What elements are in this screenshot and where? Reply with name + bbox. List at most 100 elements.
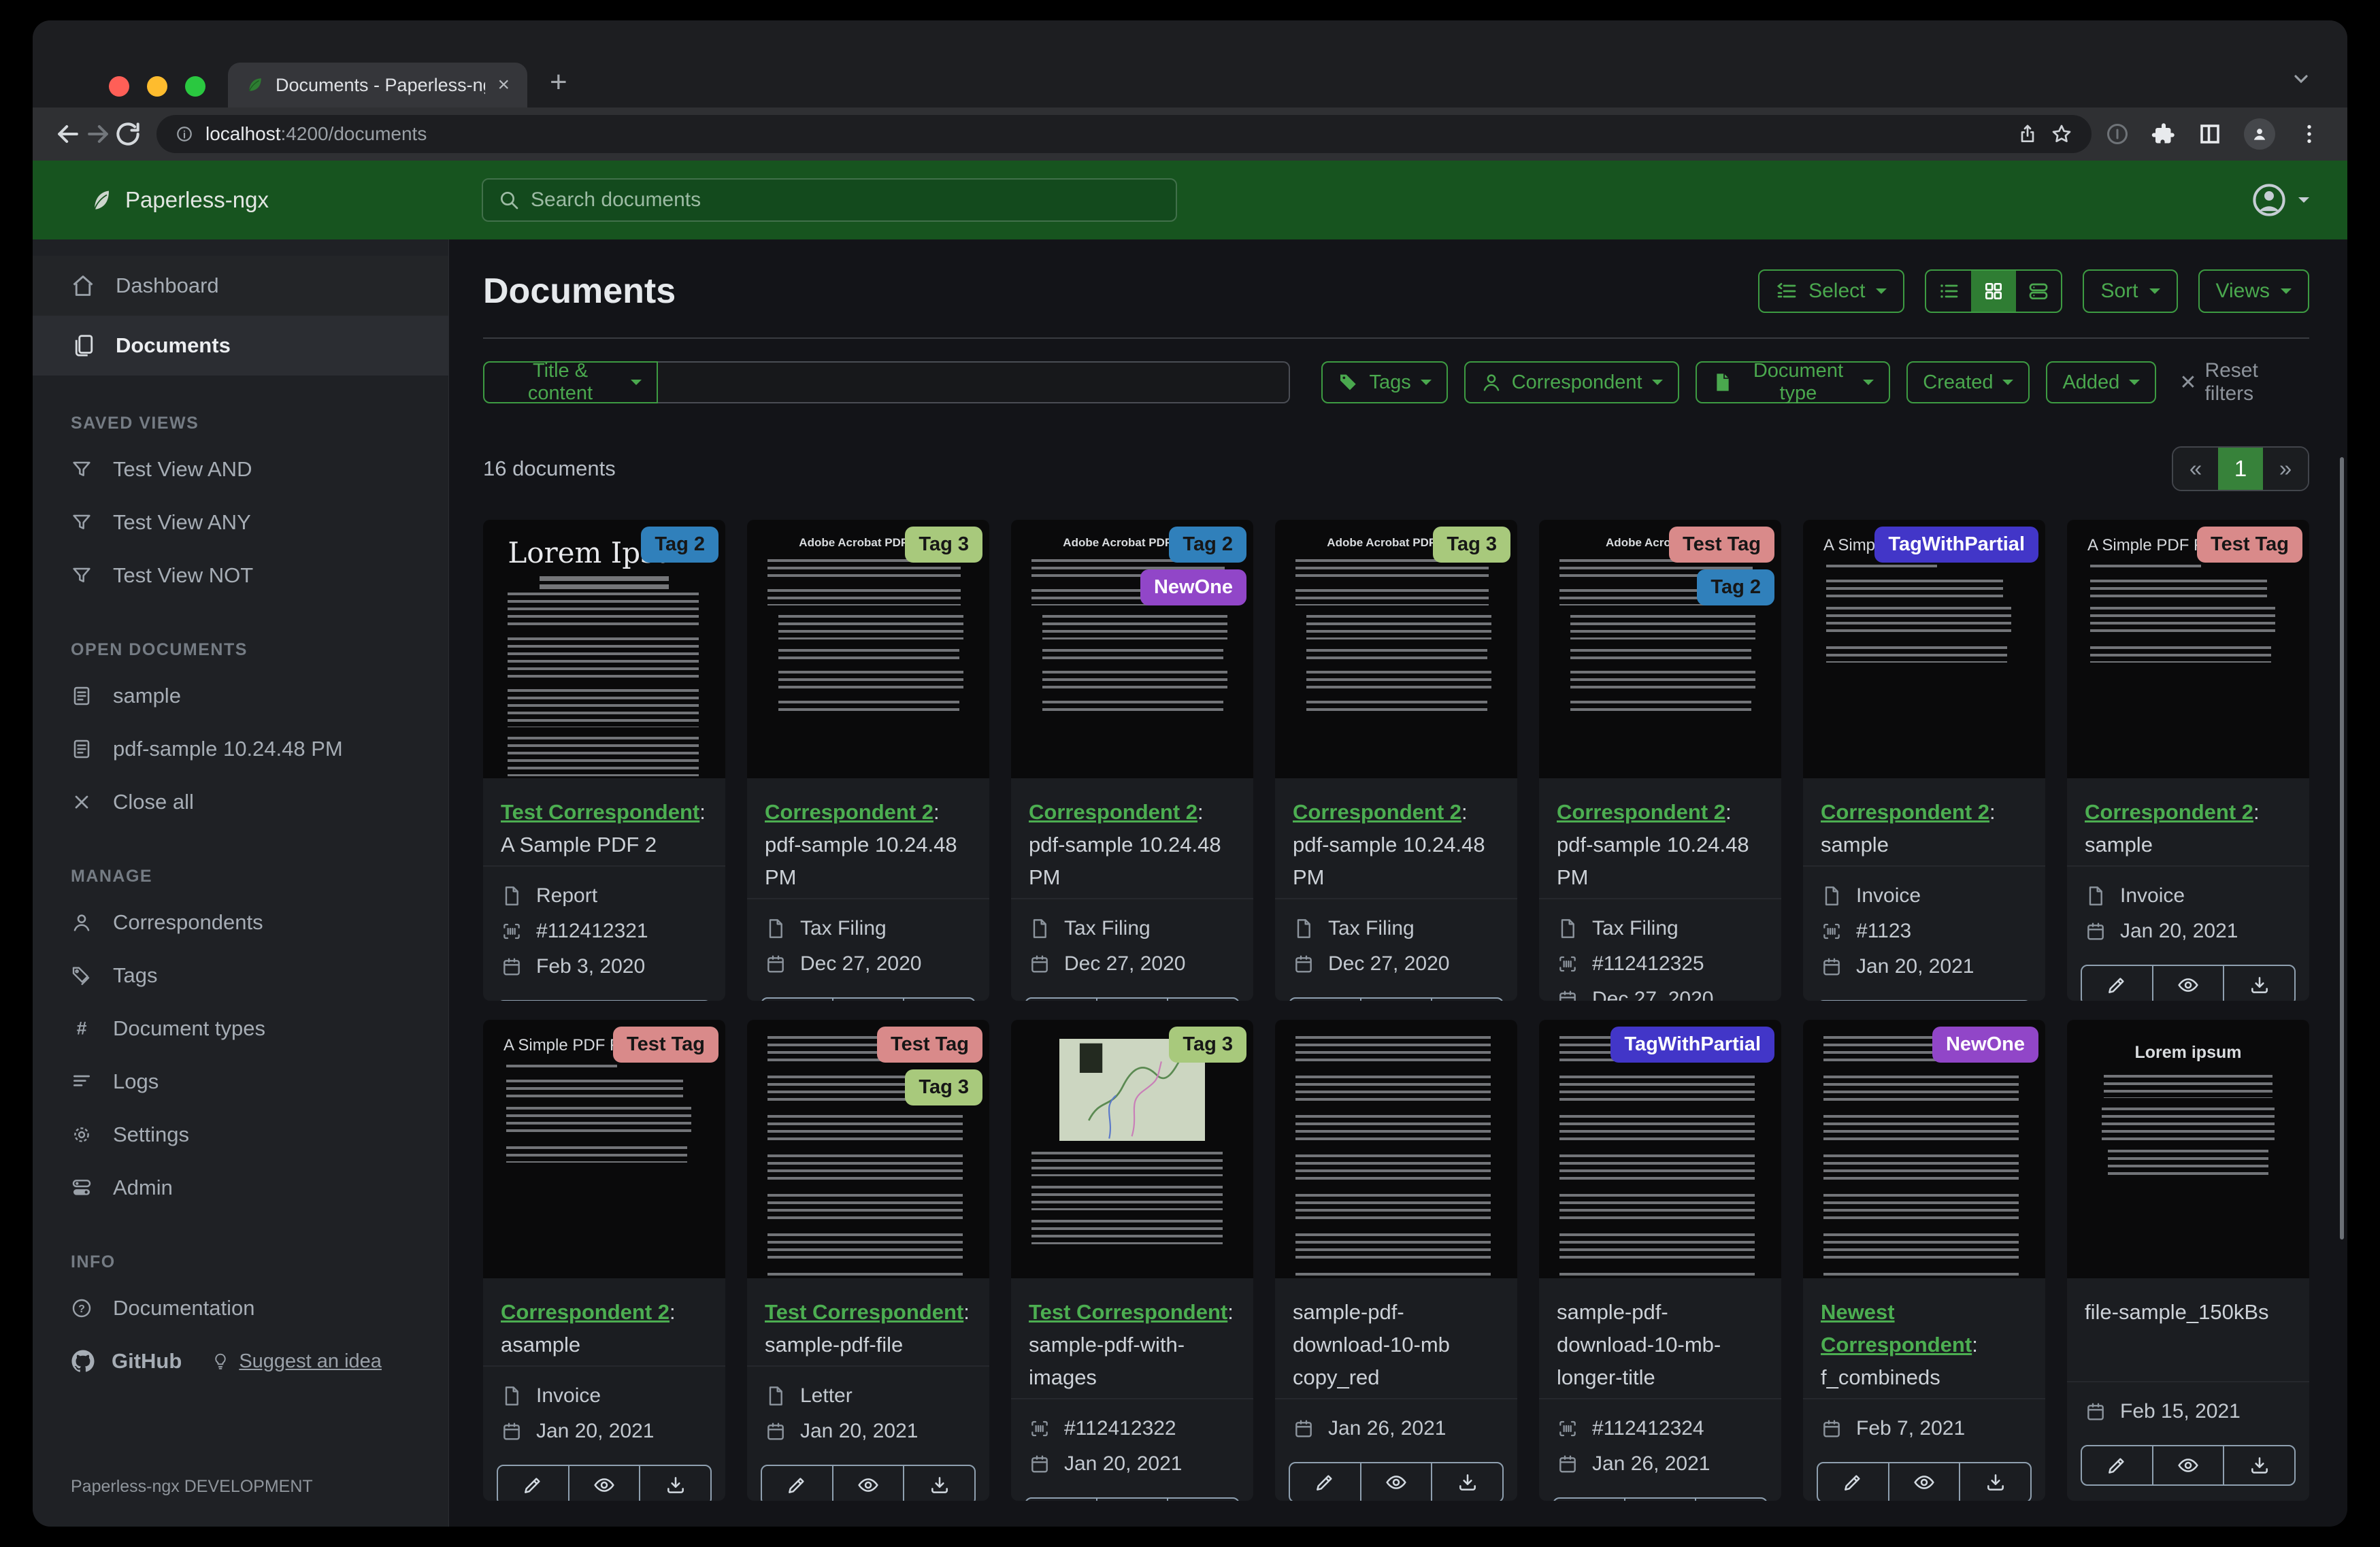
browser-menu-icon[interactable] (2297, 122, 2321, 146)
correspondent-link[interactable]: Test Correspondent (501, 800, 699, 824)
extension-badge-icon[interactable] (2105, 122, 2130, 146)
filter-field-selector[interactable]: Title & content (483, 360, 658, 404)
tag-badge-tag-3[interactable]: Tag 3 (1433, 527, 1510, 563)
document-card[interactable]: Adobe Acrobat PDF Files Tag 2 NewOne Corr… (1011, 520, 1253, 1001)
document-card[interactable]: Tag 3 Test Correspondent: sample-pdf-wit… (1011, 1020, 1253, 1501)
document-thumbnail[interactable]: Test Tag Tag 3 (747, 1020, 989, 1278)
download-button[interactable] (903, 1465, 976, 1501)
select-button[interactable]: Select (1758, 269, 1905, 313)
filter-text-input[interactable] (657, 361, 1291, 403)
global-search-input[interactable]: Search documents (482, 178, 1177, 222)
browser-tab[interactable]: Documents - Paperless-ngx × (228, 63, 527, 107)
document-thumbnail[interactable] (1275, 1020, 1517, 1278)
correspondent-link[interactable]: Correspondent 2 (501, 1300, 670, 1324)
correspondent-link[interactable]: Test Correspondent (765, 1300, 963, 1324)
document-card[interactable]: Lorem Ipsum Tag 2 Test Correspondent: A … (483, 520, 725, 1001)
download-button[interactable] (1695, 1497, 1768, 1501)
filter-tags-button[interactable]: Tags (1321, 361, 1448, 403)
document-thumbnail[interactable]: Adobe Acrobat PDF Files Tag 2 NewOne (1011, 520, 1253, 778)
sidebar-item-document-types[interactable]: # Document types (33, 1002, 448, 1055)
view-detail-button[interactable] (2016, 271, 2061, 312)
tag-badge-tag-3[interactable]: Tag 3 (905, 1069, 982, 1106)
bookmark-star-icon[interactable] (2051, 123, 2072, 145)
view-button[interactable] (831, 997, 905, 1001)
document-thumbnail[interactable]: Lorem ipsum (2067, 1020, 2309, 1278)
sidebar-item-pdf-sample-10-24-48-pm[interactable]: pdf-sample 10.24.48 PM (33, 722, 448, 776)
download-button[interactable] (1959, 1000, 2032, 1001)
sidebar-item-settings[interactable]: Settings (33, 1108, 448, 1161)
edit-button[interactable] (497, 1000, 569, 1001)
download-button[interactable] (1167, 997, 1240, 1001)
sidebar-item-documents[interactable]: Documents (33, 316, 448, 376)
correspondent-link[interactable]: Test Correspondent (1029, 1300, 1227, 1324)
tag-badge-tag-2[interactable]: Tag 2 (641, 527, 718, 563)
download-button[interactable] (639, 1465, 712, 1501)
view-button[interactable] (1359, 1462, 1433, 1501)
filter-created-button[interactable]: Created (1906, 361, 2030, 403)
sidebar-item-close-all[interactable]: Close all (33, 776, 448, 829)
app-brand[interactable]: Paperless-ngx (88, 161, 269, 239)
document-card[interactable]: NewOne Newest Correspondent: f_combineds… (1803, 1020, 2045, 1501)
document-thumbnail[interactable]: NewOne (1803, 1020, 2045, 1278)
download-button[interactable] (639, 1000, 712, 1001)
view-button[interactable] (1887, 1000, 1961, 1001)
download-button[interactable] (1431, 997, 1504, 1001)
correspondent-link[interactable]: Correspondent 2 (765, 800, 933, 824)
site-info-icon[interactable] (176, 125, 193, 143)
sidebar-item-documentation[interactable]: ? Documentation (33, 1282, 448, 1335)
tag-badge-test-tag[interactable]: Test Tag (877, 1027, 982, 1063)
document-card[interactable]: Adobe Acrobat PDF Files Tag 3 Correspond… (747, 520, 989, 1001)
edit-button[interactable] (1025, 997, 1097, 1001)
view-list-button[interactable] (1926, 271, 1971, 312)
download-button[interactable] (1167, 1497, 1240, 1501)
view-button[interactable] (1887, 1462, 1961, 1501)
document-card[interactable]: A Simple PDF File Test Tag Correspondent… (483, 1020, 725, 1501)
close-window-button[interactable] (109, 76, 129, 97)
sidebar-item-test-view-and[interactable]: Test View AND (33, 443, 448, 496)
download-button[interactable] (903, 997, 976, 1001)
sidebar-item-correspondents[interactable]: Correspondents (33, 896, 448, 949)
tag-badge-test-tag[interactable]: Test Tag (613, 1027, 718, 1063)
scrollbar-thumb[interactable] (2340, 457, 2344, 1240)
reload-icon[interactable] (113, 119, 143, 149)
document-card[interactable]: sample-pdf-download-10-mb copy_red Jan 2… (1275, 1020, 1517, 1501)
tag-badge-newone[interactable]: NewOne (1932, 1027, 2038, 1063)
document-card[interactable]: A Simple PDF File Test Tag Correspondent… (2067, 520, 2309, 1001)
edit-button[interactable] (2081, 965, 2153, 1001)
tab-search-chevron-icon[interactable] (2290, 68, 2312, 90)
browser-profile-avatar[interactable] (2244, 118, 2275, 150)
tag-badge-test-tag[interactable]: Test Tag (2197, 527, 2302, 563)
correspondent-link[interactable]: Newest Correspondent (1821, 1300, 1972, 1357)
document-thumbnail[interactable]: Tag 3 (1011, 1020, 1253, 1278)
tag-badge-tag-3[interactable]: Tag 3 (1169, 1027, 1246, 1063)
user-menu[interactable] (2251, 161, 2309, 239)
tag-badge-tagwithpartial[interactable]: TagWithPartial (1610, 1027, 1774, 1063)
view-button[interactable] (1623, 1497, 1697, 1501)
edit-button[interactable] (2081, 1445, 2153, 1486)
document-thumbnail[interactable]: Adobe Acrobat PDF Files Tag 3 (747, 520, 989, 778)
document-card[interactable]: A Simple P TagWithPartial Correspondent … (1803, 520, 2045, 1001)
view-button[interactable] (1095, 997, 1169, 1001)
document-thumbnail[interactable]: A Simple PDF File Test Tag (2067, 520, 2309, 778)
maximize-window-button[interactable] (185, 76, 205, 97)
document-thumbnail[interactable]: Adobe Acrobat PDF Files Tag 3 (1275, 520, 1517, 778)
edit-button[interactable] (761, 1465, 833, 1501)
filter-correspondent-button[interactable]: Correspondent (1464, 361, 1679, 403)
sidebar-item-logs[interactable]: Logs (33, 1055, 448, 1108)
document-card[interactable]: Adobe Acrobat PDF Test Tag Tag 2 Correspo… (1539, 520, 1781, 1001)
document-thumbnail[interactable]: A Simple P TagWithPartial (1803, 520, 2045, 778)
share-icon[interactable] (2017, 123, 2038, 145)
edit-button[interactable] (1025, 1497, 1097, 1501)
pagination-next-button[interactable]: » (2263, 448, 2308, 490)
sidebar-item-test-view-any[interactable]: Test View ANY (33, 496, 448, 549)
document-card[interactable]: Adobe Acrobat PDF Files Tag 3 Correspond… (1275, 520, 1517, 1001)
sidebar-item-dashboard[interactable]: Dashboard (33, 256, 448, 316)
edit-button[interactable] (1817, 1462, 1889, 1501)
tab-close-icon[interactable]: × (497, 73, 510, 97)
view-button[interactable] (1095, 1497, 1169, 1501)
sidebar-item-tags[interactable]: Tags (33, 949, 448, 1002)
sidebar-item-github[interactable]: GitHub (71, 1349, 182, 1374)
edit-button[interactable] (1289, 1462, 1361, 1501)
view-grid-button[interactable] (1971, 271, 2017, 312)
edit-button[interactable] (1817, 1000, 1889, 1001)
